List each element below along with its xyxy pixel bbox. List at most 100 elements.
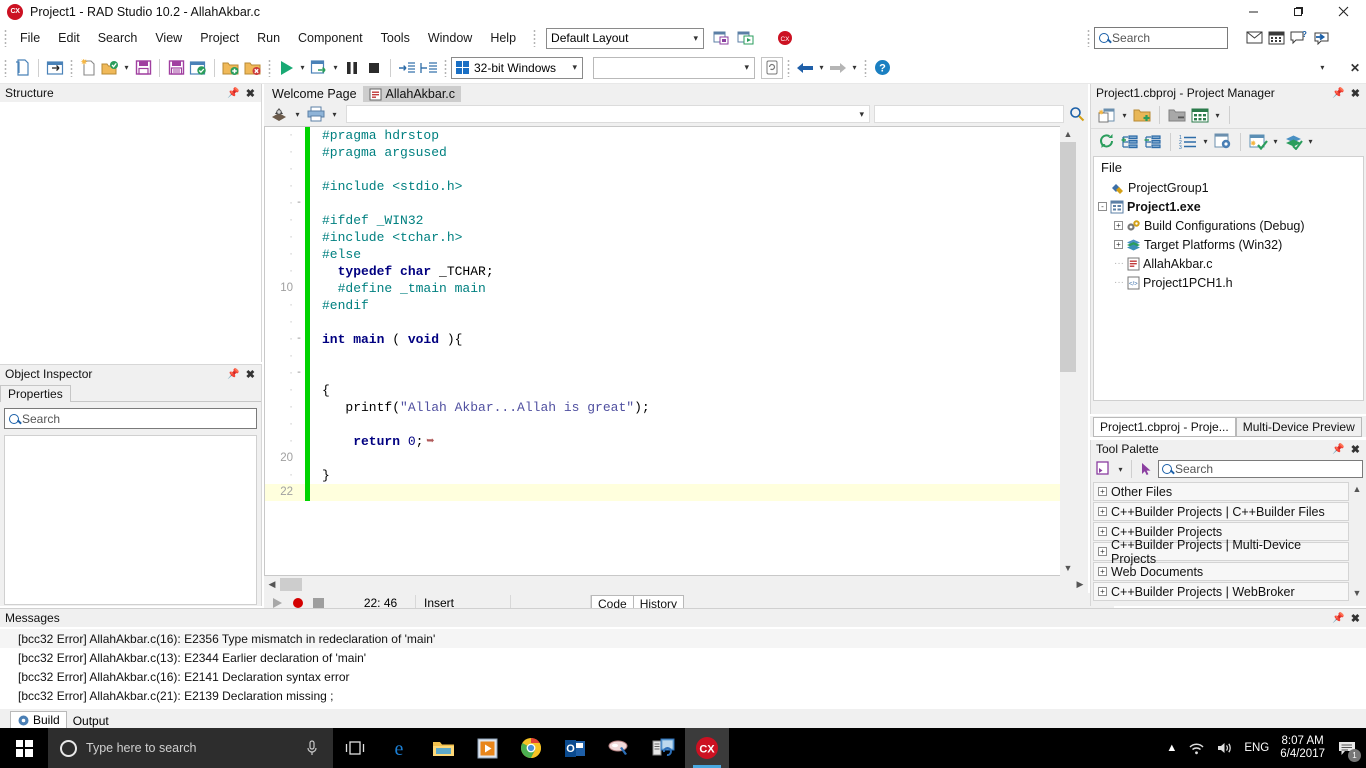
code-line[interactable]: 10 #define _tmain main [265,280,1060,297]
code-line[interactable]: · #include <tchar.h> [265,229,1060,246]
tab-properties[interactable]: Properties [0,385,71,402]
collapse-icon[interactable]: - [1098,202,1107,211]
minimize-button[interactable] [1231,0,1276,24]
expand-icon[interactable]: + [1098,587,1107,596]
expand-tree-icon[interactable] [1119,131,1141,153]
save-layout-icon[interactable] [713,30,731,46]
stop-macro-icon[interactable] [313,597,324,609]
view-order-icon[interactable]: 123 [1177,131,1199,153]
palette-new-item-icon[interactable] [1094,460,1112,478]
fold-marker-icon[interactable]: - [293,365,305,382]
getit-icon[interactable]: CX [777,30,795,46]
menu-run[interactable]: Run [248,27,289,49]
chrome-icon[interactable] [509,728,553,768]
menu-help[interactable]: Help [481,27,525,49]
forward-chevron-icon[interactable]: ▾ [849,63,860,72]
close-button[interactable] [1321,0,1366,24]
scroll-left-icon[interactable]: ◀ [264,576,280,592]
expand-icon[interactable]: + [1114,221,1123,230]
palette-chevron-icon[interactable]: ▾ [1115,465,1126,474]
tab-project-manager[interactable]: Project1.cbproj - Proje... [1093,417,1236,437]
message-row[interactable]: [bcc32 Error] AllahAkbar.c(21): E2139 De… [0,686,1366,705]
editor-horizontal-scrollbar[interactable]: ◀ ▶ [264,576,1088,592]
menu-view[interactable]: View [146,27,191,49]
expand-icon[interactable]: + [1098,487,1107,496]
run-icon[interactable] [275,57,297,79]
scroll-right-icon[interactable]: ▶ [1072,576,1088,592]
hscroll-thumb[interactable] [280,577,302,591]
history-stack-icon[interactable] [268,103,290,125]
messages-list[interactable]: [bcc32 Error] AllahAkbar.c(16): E2356 Ty… [0,627,1366,709]
code-line[interactable]: · #endif [265,297,1060,314]
stop-icon[interactable] [363,57,385,79]
history-chevron-icon[interactable]: ▾ [292,110,303,119]
new-project-icon[interactable] [1096,104,1118,126]
step-over-icon[interactable] [418,57,440,79]
editor-member-combo[interactable] [874,105,1064,123]
show-hidden-icons-icon[interactable]: ▲ [1166,742,1177,754]
project-tree-node[interactable]: ··· AllahAkbar.c [1098,254,1363,273]
code-line[interactable]: · - [265,195,1060,212]
paint-icon[interactable] [597,728,641,768]
project-tree-node[interactable]: ··· </> Project1PCH1.h [1098,273,1363,292]
code-line[interactable]: · [265,348,1060,365]
open-project-group-icon[interactable] [187,57,209,79]
pin-icon[interactable]: 📌 [227,369,239,380]
new-file-icon[interactable] [11,57,33,79]
taskbar-search-input[interactable]: Type here to search [48,728,333,768]
project-options-icon[interactable] [1212,131,1234,153]
close-icon[interactable]: ✖ [1351,87,1360,100]
build-config-apply-icon[interactable] [1247,131,1269,153]
tab-build[interactable]: Build [10,711,67,729]
expand-icon[interactable]: + [1098,507,1107,516]
wifi-icon[interactable] [1188,741,1205,755]
pin-icon[interactable]: 📌 [1332,444,1344,455]
language-indicator[interactable]: ENG [1244,742,1269,754]
print-icon[interactable] [305,103,327,125]
structure-tree[interactable] [0,102,261,362]
close-icon[interactable]: ✖ [1351,443,1360,456]
build-config-chevron-icon[interactable]: ▾ [1212,111,1223,120]
calendar-icon[interactable] [1268,30,1286,46]
apply-layout-icon[interactable] [737,30,755,46]
tool-palette-category[interactable]: + C++Builder Projects | C++Builder Files [1093,502,1349,521]
tool-palette-list[interactable]: + Other Files + C++Builder Projects | C++Bu… [1093,482,1364,601]
scroll-down-icon[interactable]: ▼ [1060,560,1076,576]
run-chevron-icon[interactable]: ▾ [297,63,308,72]
fold-marker-icon[interactable]: - [293,331,305,348]
view-order-chevron-icon[interactable]: ▾ [1200,137,1211,146]
close-icon[interactable]: ✖ [246,368,255,381]
code-line[interactable]: · [265,416,1060,433]
project-tree-node[interactable]: + Target Platforms (Win32) [1098,235,1363,254]
run-without-debug-icon[interactable] [308,57,330,79]
target-platform-chevron-icon[interactable]: ▾ [1305,137,1316,146]
run-without-debug-chevron-icon[interactable]: ▾ [330,63,341,72]
scroll-up-icon[interactable]: ▲ [1350,482,1364,496]
help-chat-icon[interactable]: ? [1290,30,1308,46]
new-project-chevron-icon[interactable]: ▾ [1119,111,1130,120]
platform-combo[interactable]: 32-bit Windows ▾ [451,56,583,79]
menu-component[interactable]: Component [289,27,372,49]
feedback-icon[interactable] [1312,30,1330,46]
palette-pointer-icon[interactable] [1137,460,1155,478]
volume-icon[interactable] [1216,741,1233,755]
tool-palette-category[interactable]: + Other Files [1093,482,1349,501]
code-line[interactable]: · #else [265,246,1060,263]
scroll-up-icon[interactable]: ▲ [1060,126,1076,142]
add-file-icon[interactable] [1131,104,1153,126]
mail-icon[interactable] [1246,30,1264,46]
back-icon[interactable] [794,57,816,79]
menu-window[interactable]: Window [419,27,481,49]
code-line[interactable]: · #ifdef _WIN32 [265,212,1060,229]
global-search-input[interactable]: Search [1094,27,1229,49]
code-line[interactable]: · [265,314,1060,331]
object-inspector-grid[interactable] [4,435,257,605]
code-line[interactable]: · [265,161,1060,178]
code-line[interactable]: · printf("Allah Akbar...Allah is great")… [265,399,1060,416]
start-button[interactable] [0,728,48,768]
maximize-button[interactable] [1276,0,1321,24]
microphone-icon[interactable] [305,739,319,757]
scroll-down-icon[interactable]: ▼ [1350,586,1364,600]
pin-icon[interactable]: 📌 [227,88,239,99]
file-explorer-icon[interactable] [421,728,465,768]
